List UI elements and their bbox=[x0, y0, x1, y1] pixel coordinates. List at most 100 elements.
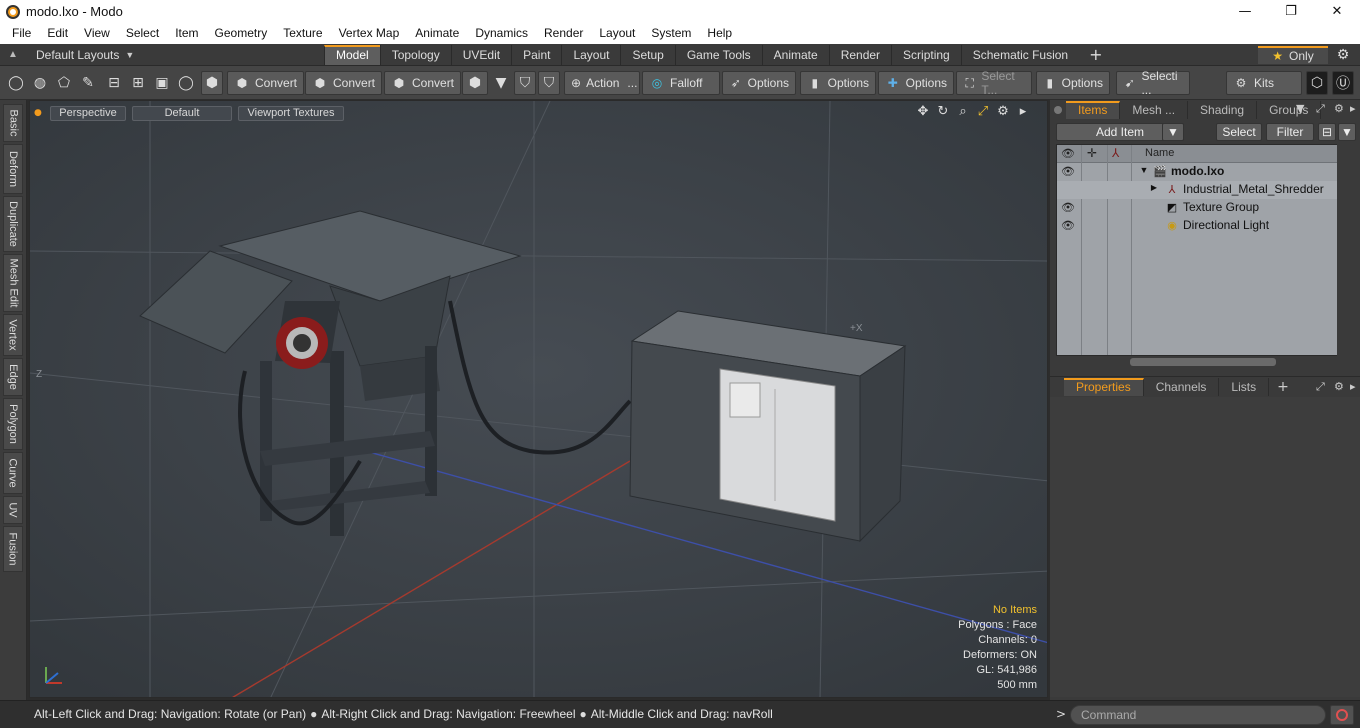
tab-topology[interactable]: Topology bbox=[379, 45, 451, 65]
options-button-1[interactable]: ➶ Options bbox=[722, 71, 796, 95]
expand-right-icon[interactable]: ▶ bbox=[1147, 183, 1161, 197]
polygon-mode-icon[interactable]: ⬠ bbox=[53, 71, 75, 95]
add-tab-icon[interactable]: + bbox=[1079, 45, 1112, 65]
tab-paint[interactable]: Paint bbox=[511, 45, 562, 65]
menu-layout[interactable]: Layout bbox=[591, 23, 643, 44]
panel-gear-icon[interactable]: ⚙ bbox=[1334, 102, 1344, 115]
tab-animate[interactable]: Animate bbox=[761, 45, 829, 65]
tab-mesh-edit[interactable]: Mesh Edit bbox=[3, 254, 23, 312]
menu-file[interactable]: File bbox=[4, 23, 39, 44]
symmetry-shield-icon[interactable]: ⛉ bbox=[514, 71, 536, 95]
tab-edge[interactable]: Edge bbox=[3, 358, 23, 396]
gear-icon[interactable]: ⚙ bbox=[1334, 47, 1352, 63]
workplane-shield-icon[interactable]: ⛉ bbox=[538, 71, 560, 95]
locator-column-icon[interactable]: ⅄ bbox=[1112, 146, 1119, 160]
tab-setup[interactable]: Setup bbox=[620, 45, 675, 65]
tab-schematic-fusion[interactable]: Schematic Fusion bbox=[960, 45, 1080, 65]
filter-button[interactable]: Filter bbox=[1266, 123, 1314, 141]
options-button-3[interactable]: ✚ Options bbox=[878, 71, 954, 95]
lock-column-icon[interactable]: ✛ bbox=[1087, 146, 1097, 160]
record-macro-button[interactable] bbox=[1330, 705, 1354, 725]
expand-down-icon[interactable]: ▼ bbox=[1137, 165, 1151, 179]
menu-system[interactable]: System bbox=[643, 23, 699, 44]
item-list-vscrollbar[interactable] bbox=[1337, 144, 1354, 356]
unity-logo-icon[interactable]: ⬡ bbox=[1306, 71, 1328, 95]
minimize-button[interactable]: — bbox=[1222, 0, 1268, 23]
viewport-gear-icon[interactable]: ⚙ bbox=[993, 104, 1013, 122]
tab-channels[interactable]: Channels bbox=[1144, 377, 1220, 396]
name-column-header[interactable]: Name bbox=[1145, 147, 1174, 159]
menu-help[interactable]: Help bbox=[699, 23, 740, 44]
eye-icon[interactable]: 👁 bbox=[1061, 165, 1075, 179]
item-list-hscrollbar[interactable] bbox=[1130, 358, 1276, 366]
menu-item[interactable]: Item bbox=[167, 23, 206, 44]
zoom-icon[interactable]: ⌕ bbox=[953, 104, 973, 122]
close-button[interactable]: ✕ bbox=[1314, 0, 1360, 23]
tab-basic[interactable]: Basic bbox=[3, 104, 23, 142]
fit-icon[interactable]: ⤢ bbox=[973, 104, 993, 122]
viewport-more-icon[interactable]: ▸ bbox=[1013, 104, 1033, 122]
center-mode-icon[interactable]: ▣ bbox=[151, 71, 173, 95]
menu-vertex-map[interactable]: Vertex Map bbox=[331, 23, 408, 44]
tab-scripting[interactable]: Scripting bbox=[891, 45, 961, 65]
tab-vertex[interactable]: Vertex bbox=[3, 314, 23, 356]
action-center-button[interactable]: ⊕ Action... bbox=[564, 71, 640, 95]
menu-select[interactable]: Select bbox=[118, 23, 167, 44]
tab-model[interactable]: Model bbox=[324, 45, 380, 65]
pan-icon[interactable]: ✥ bbox=[913, 104, 933, 122]
menu-render[interactable]: Render bbox=[536, 23, 591, 44]
funnel-filter-icon[interactable]: ▼ bbox=[1338, 123, 1356, 141]
tree-row-directional-light[interactable]: 👁 ◉ Directional Light bbox=[1057, 217, 1341, 235]
menu-edit[interactable]: Edit bbox=[39, 23, 76, 44]
tab-properties[interactable]: Properties bbox=[1064, 377, 1144, 396]
menu-dynamics[interactable]: Dynamics bbox=[467, 23, 536, 44]
viewport-shading-mode[interactable]: Default bbox=[132, 105, 232, 121]
item-mode-icon[interactable]: ✎ bbox=[77, 71, 99, 95]
tree-row-mesh[interactable]: ▶ ⅄ Industrial_Metal_Shredder bbox=[1057, 181, 1341, 199]
menu-geometry[interactable]: Geometry bbox=[207, 23, 276, 44]
viewport-textures-toggle[interactable]: Viewport Textures bbox=[238, 105, 344, 121]
cube-preset-icon[interactable]: ⬢ bbox=[462, 71, 488, 95]
rotate-icon[interactable]: ↻ bbox=[933, 104, 953, 122]
chevron-down-icon[interactable]: ▼ bbox=[490, 71, 512, 95]
command-input[interactable] bbox=[1070, 705, 1326, 725]
maximize-button[interactable]: ❐ bbox=[1268, 0, 1314, 23]
tab-render[interactable]: Render bbox=[828, 45, 892, 65]
add-item-chevron-icon[interactable]: ▼ bbox=[1162, 123, 1184, 141]
material-mode-icon[interactable]: ⊟ bbox=[103, 71, 125, 95]
tab-duplicate[interactable]: Duplicate bbox=[3, 196, 23, 252]
options-button-2[interactable]: ▮ Options bbox=[800, 71, 876, 95]
vertex-mode-icon[interactable]: ◯ bbox=[5, 71, 27, 95]
panel-more-icon[interactable]: ▸ bbox=[1350, 380, 1356, 393]
tab-layout[interactable]: Layout bbox=[561, 45, 621, 65]
select-through-button[interactable]: ⛶ Select T... bbox=[956, 69, 1032, 97]
expand-panel-icon[interactable]: ⤢ bbox=[1316, 102, 1325, 116]
selection-sets-button[interactable]: ➹ Selecti ... bbox=[1116, 69, 1190, 97]
falloff-button[interactable]: ◎ Falloff bbox=[642, 71, 720, 95]
select-button[interactable]: Select bbox=[1216, 123, 1262, 141]
eye-icon[interactable]: 👁 bbox=[1061, 219, 1075, 233]
options-button-4[interactable]: ▮ Options bbox=[1036, 71, 1110, 95]
tree-row-scene[interactable]: 👁 ▼ 🎬 modo.lxo bbox=[1057, 163, 1341, 181]
sphere-mode-icon[interactable]: ◯ bbox=[175, 71, 197, 95]
tab-fusion[interactable]: Fusion bbox=[3, 526, 23, 572]
menu-view[interactable]: View bbox=[76, 23, 118, 44]
tab-deform[interactable]: Deform bbox=[3, 144, 23, 194]
menu-animate[interactable]: Animate bbox=[407, 23, 467, 44]
tabs-menu-icon[interactable]: ▼ bbox=[1296, 102, 1304, 115]
eye-icon[interactable]: 👁 bbox=[1061, 201, 1075, 215]
pivot-mode-icon[interactable]: ⊞ bbox=[127, 71, 149, 95]
edge-mode-icon[interactable]: ◍ bbox=[29, 71, 51, 95]
unreal-logo-icon[interactable]: Ⓤ bbox=[1332, 71, 1354, 95]
collapse-icon[interactable]: ⊟ bbox=[1318, 123, 1336, 141]
tab-uvedit[interactable]: UVEdit bbox=[450, 45, 512, 65]
menu-texture[interactable]: Texture bbox=[275, 23, 330, 44]
tab-uv[interactable]: UV bbox=[3, 496, 23, 524]
expand-panel-icon[interactable]: ⤢ bbox=[1316, 380, 1325, 394]
convert-button-3[interactable]: ⬢ Convert bbox=[384, 71, 462, 95]
default-layouts-dropdown[interactable]: ▲ Default Layouts ▼ bbox=[6, 46, 134, 64]
only-toggle-button[interactable]: ★ Only bbox=[1258, 46, 1328, 64]
convert-button-2[interactable]: ⬢ Convert bbox=[305, 71, 383, 95]
viewport-3d[interactable]: Z +X ● Perspective Default Viewport Text… bbox=[29, 100, 1048, 698]
viewport-view-mode[interactable]: Perspective bbox=[50, 105, 126, 121]
